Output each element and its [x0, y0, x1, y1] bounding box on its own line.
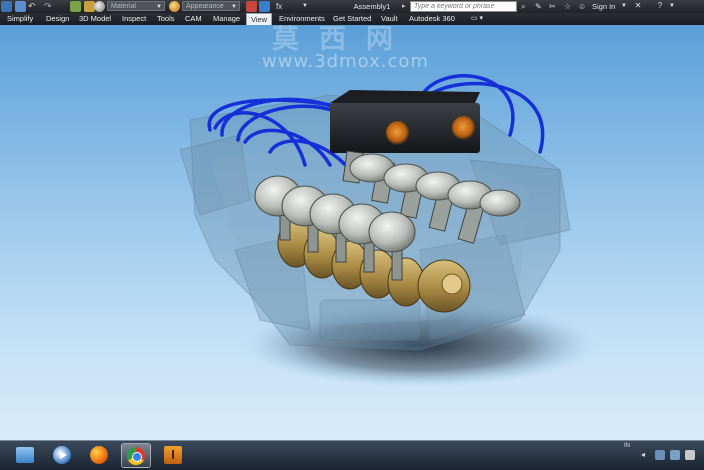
tab-inspect[interactable]: Inspect [122, 13, 146, 25]
exchange-icon[interactable]: ✕ [632, 1, 644, 11]
help-dropdown-icon[interactable]: ▼ [666, 1, 678, 11]
connector-right [452, 116, 476, 140]
appearance-dropdown-value: Appearance [186, 3, 224, 10]
redo-icon[interactable]: ↷ [44, 1, 55, 12]
help-icon[interactable]: ? [654, 1, 666, 11]
title-bar: ↶ ↷ Material ▼ Appearance ▼ fx ▼ Assembl… [0, 0, 704, 14]
ribbon-tab-bar: Simplify Design 3D Model Inspect Tools C… [0, 13, 704, 25]
tab-environments[interactable]: Environments [279, 13, 325, 25]
star-icon[interactable]: ☆ [564, 1, 575, 12]
tab-vault[interactable]: Vault [381, 13, 398, 25]
graphics-viewport[interactable]: 莫西网 www.3dmox.com [0, 25, 704, 440]
input-language-indicator[interactable]: IN [624, 443, 630, 449]
media-player-icon[interactable] [47, 443, 77, 468]
tab-3d-model[interactable]: 3D Model [79, 13, 111, 25]
ecu-module [330, 90, 480, 153]
tab-cam[interactable]: CAM [185, 13, 202, 25]
tab-manage[interactable]: Manage [213, 13, 240, 25]
ribbon-toggle-icon[interactable]: ▭ ▾ [471, 13, 483, 25]
clear-appearance-icon[interactable] [246, 1, 257, 12]
tab-get-started[interactable]: Get Started [333, 13, 371, 25]
undo-icon[interactable]: ↶ [28, 1, 39, 12]
file-explorer-icon[interactable] [10, 443, 40, 468]
measure-icon[interactable]: fx [276, 1, 287, 12]
material-dropdown[interactable]: Material ▼ [107, 1, 165, 11]
wrench-icon[interactable]: ✎ [535, 1, 546, 12]
save-icon[interactable] [15, 1, 26, 12]
network-icon[interactable] [655, 450, 665, 460]
tray-arrow-icon[interactable]: ◂ [641, 450, 651, 460]
tab-design[interactable]: Design [46, 13, 69, 25]
chevron-down-icon: ▼ [156, 4, 162, 10]
qat-dropdown-icon[interactable]: ▼ [302, 1, 313, 12]
windows-taskbar: I IN ◂ [0, 440, 704, 470]
flag-icon[interactable] [685, 450, 695, 460]
crankshaft-hub [441, 273, 463, 295]
tools-icon[interactable]: ✂ [549, 1, 560, 12]
search-input[interactable] [410, 1, 517, 12]
binoculars-icon[interactable]: ⌕ [521, 1, 532, 12]
appearance-icon [169, 1, 180, 12]
tab-tools[interactable]: Tools [157, 13, 175, 25]
autodesk-inventor-icon[interactable]: I [158, 443, 188, 468]
app-menu-icon[interactable] [1, 1, 12, 12]
chevron-down-icon[interactable]: ▼ [618, 1, 630, 11]
sign-in-link[interactable]: Sign In [592, 0, 615, 13]
user-icon: ☺ [578, 2, 587, 11]
volume-icon[interactable] [670, 450, 680, 460]
chevron-down-icon: ▼ [231, 4, 237, 10]
appearance-dropdown[interactable]: Appearance ▼ [182, 1, 240, 11]
document-title: Assembly1 [353, 2, 391, 11]
engine-assembly-model[interactable] [0, 25, 704, 440]
tab-autodesk-360[interactable]: Autodesk 360 [409, 13, 455, 25]
chrome-icon[interactable] [121, 443, 151, 468]
adjust-icon[interactable] [259, 1, 270, 12]
material-dropdown-value: Material [111, 3, 136, 10]
material-icon [94, 1, 105, 12]
connector-left [386, 121, 410, 145]
tab-view[interactable]: View [246, 13, 272, 25]
select-icon[interactable] [70, 1, 81, 12]
tab-simplify[interactable]: Simplify [7, 13, 33, 25]
firefox-icon[interactable] [84, 443, 114, 468]
